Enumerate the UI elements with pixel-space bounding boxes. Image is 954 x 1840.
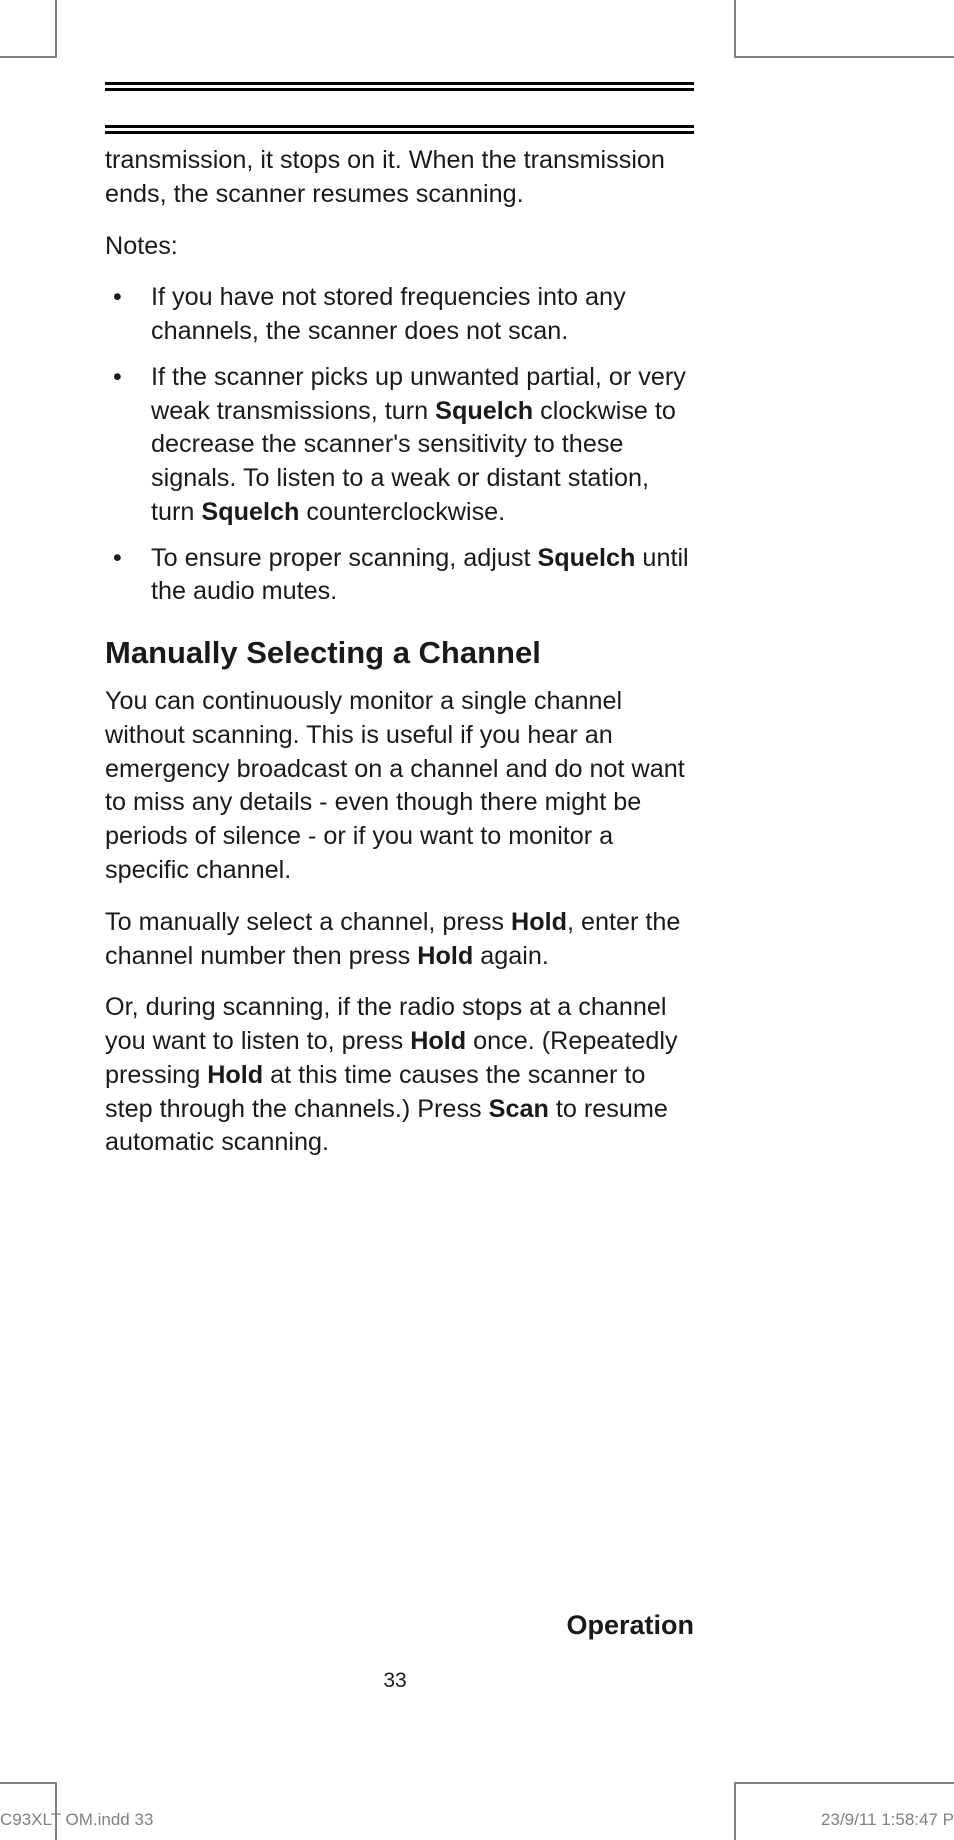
double-rule-top (105, 82, 694, 91)
double-rule-bottom (105, 125, 694, 134)
notes-label: Notes: (105, 230, 694, 264)
notes-list: If you have not stored frequencies into … (105, 281, 694, 609)
crop-mark (734, 0, 736, 58)
crop-mark (0, 1782, 55, 1784)
crop-mark (0, 56, 55, 58)
list-item: To ensure proper scanning, adjust Squelc… (105, 542, 694, 610)
print-slug-right: 23/9/11 1:58:47 P (821, 1810, 954, 1830)
section-heading: Manually Selecting a Channel (105, 635, 694, 671)
crop-mark (55, 0, 57, 58)
print-slug-left: C93XLT OM.indd 33 (0, 1810, 153, 1830)
list-item: If you have not stored frequencies into … (105, 281, 694, 349)
page-content: transmission, it stops on it. When the t… (105, 82, 694, 1178)
crop-mark (736, 1782, 954, 1784)
page-number: 33 (0, 1669, 790, 1693)
body-paragraph: To manually select a channel, press Hold… (105, 906, 694, 974)
list-item: If the scanner picks up unwanted partial… (105, 361, 694, 530)
intro-paragraph: transmission, it stops on it. When the t… (105, 144, 694, 212)
crop-mark (734, 1782, 736, 1840)
body-paragraph: You can continuously monitor a single ch… (105, 685, 694, 888)
section-name-footer: Operation (566, 1610, 694, 1641)
crop-mark (736, 56, 954, 58)
body-paragraph: Or, during scanning, if the radio stops … (105, 991, 694, 1160)
